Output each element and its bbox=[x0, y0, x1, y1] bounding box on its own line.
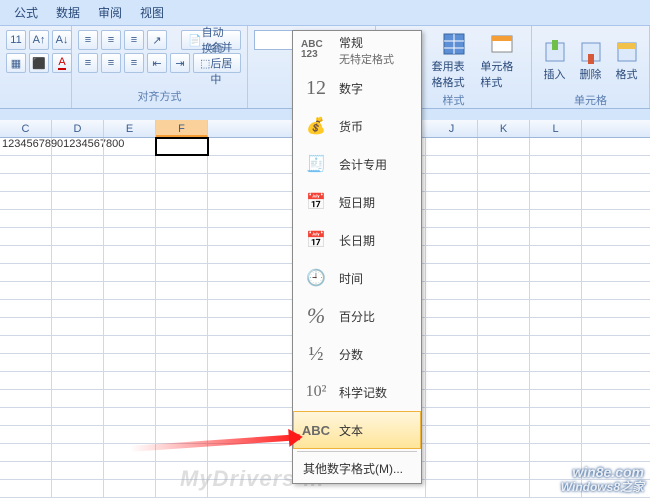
format-icon bbox=[615, 40, 639, 64]
indent-inc-button[interactable]: ⇥ bbox=[170, 53, 190, 73]
insert-icon bbox=[543, 40, 567, 64]
align-top-button[interactable]: ≡ bbox=[78, 30, 98, 50]
format-option-time[interactable]: 🕘 时间 bbox=[293, 259, 421, 297]
format-cells-button[interactable]: 格式 bbox=[610, 30, 643, 92]
longdate-icon: 📅 bbox=[301, 230, 331, 250]
delete-icon bbox=[579, 40, 603, 64]
font-size-box[interactable]: 11 bbox=[6, 30, 26, 50]
tab-data[interactable]: 数据 bbox=[56, 4, 80, 21]
font-group-label bbox=[6, 92, 65, 104]
format-option-fraction[interactable]: ½ 分数 bbox=[293, 335, 421, 373]
format-option-scientific[interactable]: 10² 科学记数 bbox=[293, 373, 421, 411]
tab-formulas[interactable]: 公式 bbox=[14, 4, 38, 21]
time-icon: 🕘 bbox=[301, 268, 331, 288]
accounting-icon: 🧾 bbox=[301, 154, 331, 174]
format-option-longdate[interactable]: 📅 长日期 bbox=[293, 221, 421, 259]
col-header-k[interactable]: K bbox=[478, 120, 530, 137]
format-option-number[interactable]: 12 数字 bbox=[293, 69, 421, 107]
col-header-j[interactable]: J bbox=[426, 120, 478, 137]
cell-d1[interactable] bbox=[52, 138, 104, 155]
col-header-f[interactable]: F bbox=[156, 120, 208, 137]
merge-icon: ⬚ bbox=[200, 57, 210, 70]
align-bottom-button[interactable]: ≡ bbox=[124, 30, 144, 50]
border-button[interactable]: ▦ bbox=[6, 53, 26, 73]
cells-group: 插入 删除 格式 单元格 bbox=[532, 26, 650, 108]
delete-cells-button[interactable]: 删除 bbox=[574, 30, 607, 92]
border-icon: ▦ bbox=[11, 57, 21, 70]
orientation-button[interactable]: ↗ bbox=[147, 30, 167, 50]
font-color-icon: A bbox=[58, 56, 65, 70]
cell-e1[interactable] bbox=[104, 138, 156, 155]
dropdown-separator bbox=[297, 451, 417, 452]
merge-center-button[interactable]: ⬚ 合并后居中 bbox=[193, 53, 241, 73]
col-header-e[interactable]: E bbox=[104, 120, 156, 137]
menu-tabs: 公式 数据 审阅 视图 bbox=[0, 0, 650, 25]
scientific-icon: 10² bbox=[301, 383, 331, 401]
alignment-group-label: 对齐方式 bbox=[78, 88, 241, 104]
percent-icon: % bbox=[301, 303, 331, 329]
fraction-icon: ½ bbox=[301, 343, 331, 366]
wrap-icon: 📄 bbox=[188, 34, 202, 47]
font-color-button[interactable]: A bbox=[52, 53, 72, 73]
table-format-icon bbox=[442, 32, 466, 56]
font-group: 11 A↑ A↓ ▦ ⬛ A bbox=[0, 26, 72, 108]
cell-styles-icon bbox=[490, 32, 514, 56]
col-header-c[interactable]: C bbox=[0, 120, 52, 137]
format-option-percent[interactable]: % 百分比 bbox=[293, 297, 421, 335]
fill-icon: ⬛ bbox=[32, 57, 46, 70]
format-option-general[interactable]: ABC123 常规无特定格式 bbox=[293, 31, 421, 69]
shortdate-icon: 📅 bbox=[301, 192, 331, 212]
tab-review[interactable]: 审阅 bbox=[98, 4, 122, 21]
more-number-formats[interactable]: 其他数字格式(M)... bbox=[293, 454, 421, 483]
format-option-currency[interactable]: 💰 货币 bbox=[293, 107, 421, 145]
format-option-accounting[interactable]: 🧾 会计专用 bbox=[293, 145, 421, 183]
align-left-button[interactable]: ≡ bbox=[78, 53, 98, 73]
align-middle-button[interactable]: ≡ bbox=[101, 30, 121, 50]
align-center-button[interactable]: ≡ bbox=[101, 53, 121, 73]
grow-font-button[interactable]: A↑ bbox=[29, 30, 49, 50]
number-icon: 12 bbox=[301, 77, 331, 100]
format-option-shortdate[interactable]: 📅 短日期 bbox=[293, 183, 421, 221]
cells-group-label: 单元格 bbox=[538, 92, 643, 108]
watermark-win8e: win8e.com Windows8之家 bbox=[561, 465, 644, 494]
cell-styles-button[interactable]: 单元格样式 bbox=[479, 30, 525, 92]
cell-c1[interactable]: 12345678901234567800 bbox=[0, 138, 52, 155]
fill-color-button[interactable]: ⬛ bbox=[29, 53, 49, 73]
alignment-group: ≡ ≡ ≡ ↗ 📄 自动换行 ≡ ≡ ≡ ⇤ ⇥ ⬚ 合并后居中 bbox=[72, 26, 248, 108]
currency-icon: 💰 bbox=[301, 116, 331, 136]
shrink-font-button[interactable]: A↓ bbox=[52, 30, 72, 50]
number-format-dropdown: ABC123 常规无特定格式 12 数字 💰 货币 🧾 会计专用 📅 短日期 📅… bbox=[292, 30, 422, 484]
col-header-d[interactable]: D bbox=[52, 120, 104, 137]
indent-dec-button[interactable]: ⇤ bbox=[147, 53, 167, 73]
insert-cells-button[interactable]: 插入 bbox=[538, 30, 571, 92]
align-right-button[interactable]: ≡ bbox=[124, 53, 144, 73]
cell-f1-selected[interactable] bbox=[156, 138, 208, 155]
col-header-l[interactable]: L bbox=[530, 120, 582, 137]
general-icon: ABC123 bbox=[301, 40, 331, 60]
tab-view[interactable]: 视图 bbox=[140, 4, 164, 21]
format-as-table-button[interactable]: 套用表格格式 bbox=[431, 30, 477, 92]
